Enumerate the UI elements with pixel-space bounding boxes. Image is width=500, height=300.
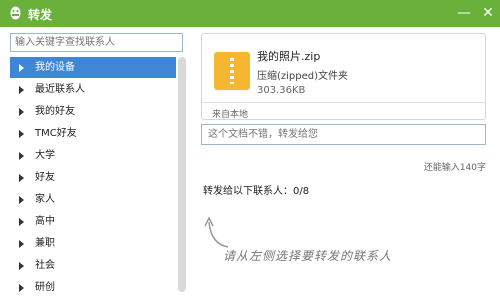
contact-group-my-devices[interactable]: 我的设备 [10, 57, 176, 78]
expand-arrow-icon [19, 262, 24, 270]
select-contact-hint: 请从左侧选择要转发的联系人 [223, 249, 393, 263]
remaining-chars: 还能输入140字 [423, 163, 486, 173]
contact-group-label: 我的好友 [35, 106, 75, 117]
minimize-button[interactable]: — [455, 4, 473, 22]
curved-arrow-icon [204, 216, 229, 248]
contact-group-friends[interactable]: 我的好友 [10, 101, 176, 122]
contact-group-label: 好友 [35, 172, 55, 183]
contact-group-research[interactable]: 研创 [10, 277, 176, 298]
contact-group-label: 高中 [35, 216, 55, 227]
contact-group-label: 兼职 [35, 238, 55, 249]
contact-group-tmc[interactable]: TMC好友 [10, 123, 176, 144]
expand-arrow-icon [19, 64, 24, 72]
contact-panel: 我的设备 最近联系人 我的好友 TMC好友 大学 好友 家人 高中 兼职 社会 … [0, 27, 193, 300]
contact-group-good-friends[interactable]: 好友 [10, 167, 176, 188]
contact-group-parttime[interactable]: 兼职 [10, 233, 176, 254]
contact-group-recent[interactable]: 最近联系人 [10, 79, 176, 100]
expand-arrow-icon [19, 240, 24, 248]
file-source: 来自本地 [212, 110, 249, 120]
search-input[interactable] [10, 33, 183, 52]
expand-arrow-icon [19, 86, 24, 94]
qq-penguin-icon [10, 6, 21, 20]
expand-arrow-icon [19, 174, 24, 182]
contact-group-university[interactable]: 大学 [10, 145, 176, 166]
close-button[interactable]: ✕ [479, 4, 497, 22]
contact-group-society[interactable]: 社会 [10, 255, 176, 276]
file-card: 我的照片.zip 压缩(zipped)文件夹 303.36KB 来自本地 [201, 33, 486, 120]
zip-file-icon [214, 52, 250, 90]
contact-list-scrollbar[interactable] [178, 57, 186, 292]
contact-group-label: 我的设备 [35, 62, 75, 73]
zipper-icon [230, 58, 234, 84]
contact-group-label: 最近联系人 [35, 84, 85, 95]
contact-list: 我的设备 最近联系人 我的好友 TMC好友 大学 好友 家人 高中 兼职 社会 … [10, 57, 176, 300]
contact-group-highschool[interactable]: 高中 [10, 211, 176, 232]
contact-group-label: 家人 [35, 194, 55, 205]
contact-group-label: 研创 [35, 282, 55, 293]
expand-arrow-icon [19, 218, 24, 226]
contact-group-label: 大学 [35, 150, 55, 161]
message-input[interactable] [201, 124, 486, 145]
expand-arrow-icon [19, 284, 24, 292]
file-type: 压缩(zipped)文件夹 [257, 71, 349, 82]
contact-group-family[interactable]: 家人 [10, 189, 176, 210]
expand-arrow-icon [19, 130, 24, 138]
file-name: 我的照片.zip [257, 50, 321, 63]
window-title: 转发 [28, 8, 53, 22]
forward-recipients-label: 转发给以下联系人：0/8 [203, 186, 310, 197]
expand-arrow-icon [19, 152, 24, 160]
expand-arrow-icon [19, 196, 24, 204]
forward-panel: 我的照片.zip 压缩(zipped)文件夹 303.36KB 来自本地 还能输… [193, 27, 500, 300]
contact-group-label: TMC好友 [35, 128, 77, 139]
title-bar: 转发 — ✕ [0, 0, 500, 27]
divider [202, 102, 485, 103]
contact-group-label: 社会 [35, 260, 55, 271]
expand-arrow-icon [19, 108, 24, 116]
file-size: 303.36KB [257, 85, 306, 96]
